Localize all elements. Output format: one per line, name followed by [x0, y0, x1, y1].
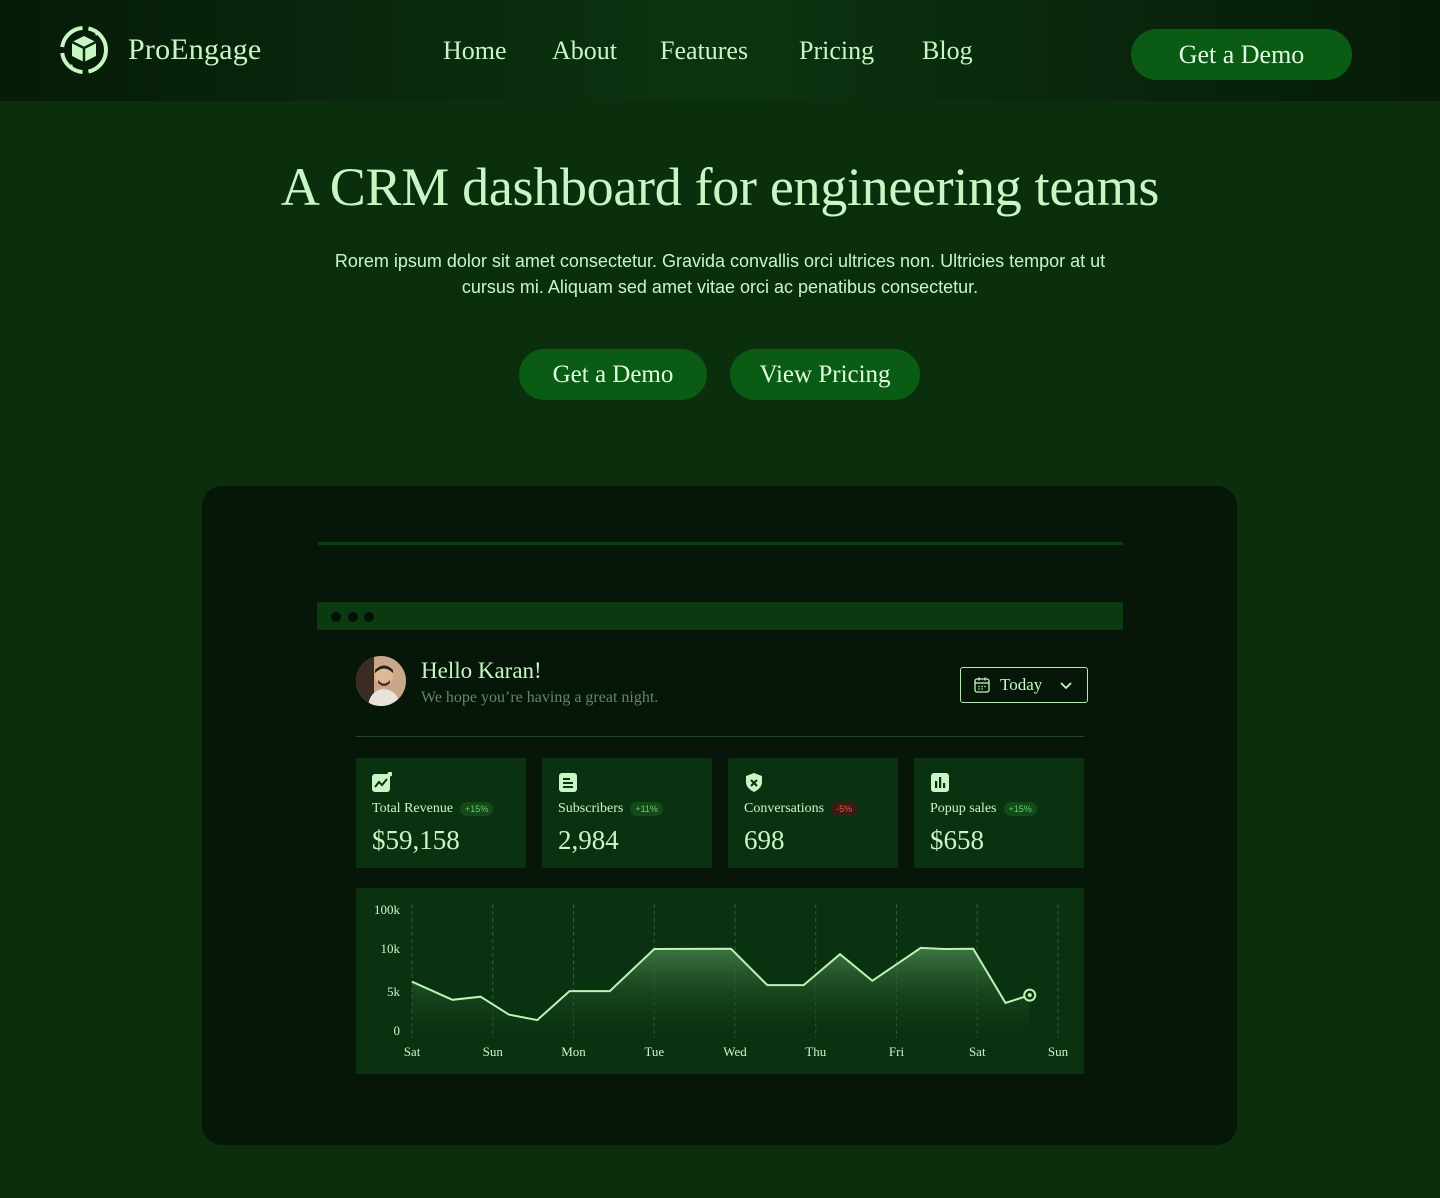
document-icon: [559, 773, 577, 792]
window-titlebar: [317, 602, 1123, 630]
stat-change-badge: -5%: [831, 802, 858, 816]
chart-x-tick-label: Sun: [483, 1044, 504, 1059]
chart-active-point-dot: [1027, 993, 1032, 998]
avatar[interactable]: [356, 656, 406, 706]
nav-link-features[interactable]: Features: [660, 36, 748, 66]
chart-y-tick-label: 0: [394, 1023, 401, 1038]
top-navbar: ProEngage Home About Features Pricing Bl…: [0, 0, 1440, 101]
stat-card-subscribers[interactable]: Subscribers +11% 2,984: [542, 758, 712, 868]
shield-icon: [746, 773, 762, 792]
chart-area-fill: [412, 947, 1030, 1033]
stat-change-badge: +15%: [460, 802, 494, 816]
greeting-subtitle: We hope you’re having a great night.: [421, 689, 659, 706]
header-divider: [356, 736, 1084, 737]
chart-y-tick-label: 100k: [374, 902, 401, 917]
stat-change-badge: +15%: [1003, 802, 1037, 816]
bar-chart-icon: [931, 773, 949, 792]
nav-link-pricing[interactable]: Pricing: [799, 36, 874, 66]
stat-card-popup-sales[interactable]: Popup sales +15% $658: [914, 758, 1084, 868]
greeting-title: Hello Karan!: [421, 658, 542, 683]
stat-value: $658: [930, 825, 984, 855]
trend-chart-icon: [372, 772, 392, 792]
chevron-down-icon: [1060, 682, 1072, 690]
chart-x-tick-label: Sat: [969, 1044, 986, 1059]
chart-x-tick-label: Thu: [805, 1044, 826, 1059]
stat-label: Total Revenue: [372, 801, 454, 816]
chart-x-tick-label: Sun: [1048, 1044, 1069, 1059]
window-dot: [364, 612, 374, 622]
hero-view-pricing-button[interactable]: View Pricing: [730, 349, 920, 400]
stat-value: 698: [744, 825, 785, 855]
stat-value: $59,158: [372, 825, 460, 855]
stat-label: Subscribers: [558, 801, 624, 816]
calendar-icon: [974, 677, 990, 693]
stat-value: 2,984: [558, 825, 619, 855]
stat-card-conversations[interactable]: Conversations -5% 698: [728, 758, 898, 868]
stat-label-row: Subscribers +11%: [558, 801, 663, 817]
hero-get-demo-button[interactable]: Get a Demo: [519, 349, 707, 400]
date-filter-label: Today: [1000, 675, 1043, 694]
chart-x-tick-label: Mon: [561, 1044, 586, 1059]
stat-label-row: Total Revenue +15%: [372, 801, 494, 817]
stat-label-row: Conversations -5%: [744, 801, 858, 817]
window-dot: [348, 612, 358, 622]
stat-card-total-revenue[interactable]: Total Revenue +15% $59,158: [356, 758, 526, 868]
revenue-chart-svg: 100k 10k 5k 0 Sat Sun Mon Tue Wed Thu Fri Sat Sun: [374, 902, 1069, 1059]
dashboard-preview: Hello Karan! We hope you’re having a gre…: [202, 486, 1237, 1145]
avatar-person-icon: [356, 656, 406, 706]
stat-change-badge: +11%: [630, 802, 663, 816]
nav-link-home[interactable]: Home: [443, 36, 507, 66]
window-dot: [331, 612, 341, 622]
hero-title: A CRM dashboard for engineering teams: [280, 157, 1160, 217]
chart-x-tick-label: Fri: [889, 1044, 905, 1059]
hero-subtitle: Rorem ipsum dolor sit amet consectetur. …: [334, 251, 1106, 297]
nav-get-demo-button[interactable]: Get a Demo: [1131, 29, 1352, 80]
nav-link-blog[interactable]: Blog: [922, 36, 973, 66]
chart-x-tick-label: Wed: [723, 1044, 747, 1059]
revenue-chart: 100k 10k 5k 0 Sat Sun Mon Tue Wed Thu Fri Sat Sun: [356, 888, 1084, 1074]
chart-x-tick-label: Sat: [404, 1044, 421, 1059]
chart-y-tick-label: 5k: [387, 984, 401, 999]
stat-label: Popup sales: [930, 801, 997, 816]
stat-label-row: Popup sales +15%: [930, 801, 1037, 817]
frame-divider: [318, 542, 1123, 545]
chart-x-tick-label: Tue: [644, 1044, 664, 1059]
nav-link-about[interactable]: About: [552, 36, 617, 66]
date-filter-dropdown[interactable]: Today: [960, 667, 1088, 703]
stat-label: Conversations: [744, 801, 825, 816]
chart-y-tick-label: 10k: [381, 941, 401, 956]
